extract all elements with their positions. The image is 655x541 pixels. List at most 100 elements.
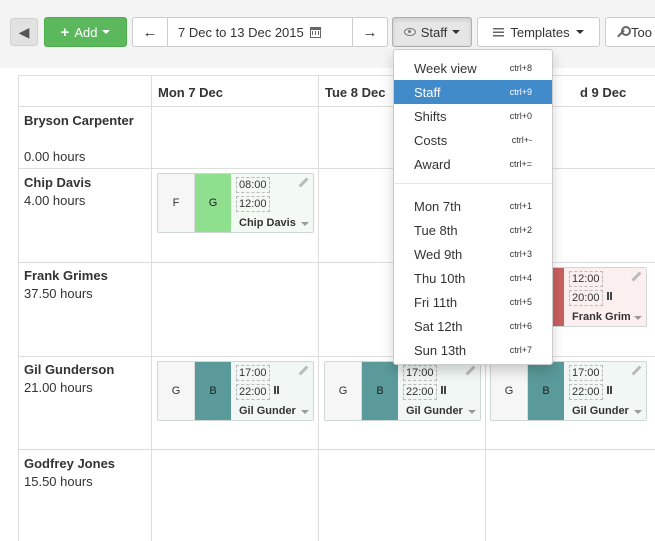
pencil-icon[interactable] (465, 366, 475, 376)
menu-divider (394, 183, 552, 184)
menu-item-day-fri[interactable]: Fri 11th ctrl+5 (394, 290, 552, 314)
menu-item-day-tue[interactable]: Tue 8th ctrl+2 (394, 218, 552, 242)
wrench-icon (616, 26, 631, 37)
add-button[interactable]: + Add (44, 17, 127, 47)
staff-hours: 37.50 hours (24, 286, 93, 301)
shift-start-time[interactable]: 08:00 (236, 177, 270, 193)
shift-start-time[interactable]: 12:00 (569, 271, 603, 287)
arrow-right-icon: → (362, 23, 378, 41)
caret-down-icon[interactable] (634, 410, 642, 414)
staff-name[interactable]: Chip Davis (24, 174, 91, 192)
staff-hours: 21.00 hours (24, 380, 93, 395)
menu-item-award[interactable]: Award ctrl+= (394, 152, 552, 176)
shift-card[interactable]: G B 17:00 22:00 Gil Gunder (157, 361, 314, 421)
menu-item-costs[interactable]: Costs ctrl+- (394, 128, 552, 152)
pause-icon (607, 386, 612, 394)
column-divider (318, 76, 319, 541)
shift-staff-name: Gil Gunder (239, 405, 296, 417)
shift-end-time[interactable]: 22:00 (569, 384, 603, 400)
pencil-icon[interactable] (631, 272, 641, 282)
tools-label: Too (631, 24, 652, 40)
view-selector-label: Staff (420, 24, 448, 40)
shift-card[interactable]: G B 17:00 22:00 Gil Gunder (490, 361, 647, 421)
templates-label: Templates (510, 24, 570, 40)
staff-name[interactable]: Bryson Carpenter (24, 112, 134, 130)
pencil-icon[interactable] (631, 366, 641, 376)
view-selector-button[interactable]: Staff (392, 17, 472, 47)
menu-item-week-view[interactable]: Week view ctrl+8 (394, 56, 552, 80)
menu-item-label: Shifts (414, 108, 447, 124)
previous-week-button[interactable]: ← (133, 18, 168, 46)
row-divider (19, 106, 655, 107)
staff-hours: 0.00 hours (24, 149, 86, 164)
caret-down-icon (102, 30, 111, 34)
row-divider (19, 449, 655, 450)
pause-icon (274, 386, 279, 394)
menu-item-shifts[interactable]: Shifts ctrl+0 (394, 104, 552, 128)
staff-hours: 15.50 hours (24, 474, 93, 489)
menu-item-shortcut: ctrl+2 (509, 225, 532, 235)
menu-item-shortcut: ctrl+3 (509, 249, 532, 259)
shift-card[interactable]: G B 17:00 22:00 Gil Gunder (324, 361, 481, 421)
column-divider (151, 76, 152, 541)
menu-item-shortcut: ctrl+9 (509, 87, 532, 97)
pencil-icon[interactable] (298, 178, 308, 188)
date-navigator: ← 7 Dec to 13 Dec 2015 → (132, 17, 388, 47)
next-week-button[interactable]: → (352, 18, 387, 46)
menu-item-label: Award (414, 156, 451, 172)
chevron-left-icon: ◀ (18, 23, 30, 40)
menu-item-shortcut: ctrl+1 (509, 201, 532, 211)
shift-start-time[interactable]: 17:00 (236, 365, 270, 381)
shift-end-time[interactable]: 22:00 (236, 384, 270, 400)
menu-item-shortcut: ctrl+4 (509, 273, 532, 283)
pause-icon (441, 386, 446, 394)
pencil-icon[interactable] (298, 366, 308, 376)
shift-area: G (195, 174, 231, 232)
shift-body: 17:00 22:00 Gil Gunder (564, 362, 646, 420)
shift-role: F (158, 174, 195, 232)
staff-hours: 4.00 hours (24, 193, 86, 208)
shift-end-time[interactable]: 12:00 (236, 196, 270, 212)
day-header-wed: d 9 Dec (580, 85, 627, 100)
menu-item-label: Tue 8th (414, 222, 458, 238)
menu-item-shortcut: ctrl+8 (509, 63, 532, 73)
templates-button[interactable]: Templates (477, 17, 600, 47)
shift-role: G (325, 362, 362, 420)
shift-start-time[interactable]: 17:00 (569, 365, 603, 381)
row-divider (19, 168, 655, 169)
menu-item-label: Thu 10th (414, 270, 466, 286)
date-range-picker[interactable]: 7 Dec to 13 Dec 2015 (168, 18, 352, 46)
menu-item-label: Wed 9th (414, 246, 463, 262)
menu-item-day-wed[interactable]: Wed 9th ctrl+3 (394, 242, 552, 266)
caret-down-icon[interactable] (301, 222, 309, 226)
caret-down-icon (452, 30, 461, 34)
tools-button[interactable]: Too (605, 17, 655, 47)
collapse-sidebar-button[interactable]: ◀ (10, 18, 38, 46)
shift-area: B (528, 362, 564, 420)
view-dropdown-menu: Week view ctrl+8 Staff ctrl+9 Shifts ctr… (393, 49, 553, 365)
staff-name[interactable]: Godfrey Jones (24, 455, 115, 473)
shift-card[interactable]: F G 08:00 12:00 Chip Davis (157, 173, 314, 233)
menu-item-day-sat[interactable]: Sat 12th ctrl+6 (394, 314, 552, 338)
caret-down-icon[interactable] (634, 316, 642, 320)
shift-start-time[interactable]: 17:00 (403, 365, 437, 381)
menu-item-day-sun[interactable]: Sun 13th ctrl+7 (394, 338, 552, 362)
list-icon (493, 27, 505, 37)
pause-icon (607, 292, 612, 300)
menu-item-day-thu[interactable]: Thu 10th ctrl+4 (394, 266, 552, 290)
shift-staff-name: Frank Grim (572, 311, 631, 323)
menu-item-day-mon[interactable]: Mon 7th ctrl+1 (394, 194, 552, 218)
menu-item-shortcut: ctrl+= (509, 159, 532, 169)
menu-item-staff[interactable]: Staff ctrl+9 (394, 80, 552, 104)
menu-item-shortcut: ctrl+7 (509, 345, 532, 355)
caret-down-icon[interactable] (468, 410, 476, 414)
menu-item-shortcut: ctrl+5 (509, 297, 532, 307)
shift-end-time[interactable]: 20:00 (569, 290, 603, 306)
staff-name[interactable]: Gil Gunderson (24, 361, 114, 379)
shift-staff-name: Gil Gunder (572, 405, 629, 417)
row-divider (19, 356, 655, 357)
arrow-left-icon: ← (142, 23, 158, 41)
staff-name[interactable]: Frank Grimes (24, 267, 108, 285)
caret-down-icon[interactable] (301, 410, 309, 414)
shift-end-time[interactable]: 22:00 (403, 384, 437, 400)
